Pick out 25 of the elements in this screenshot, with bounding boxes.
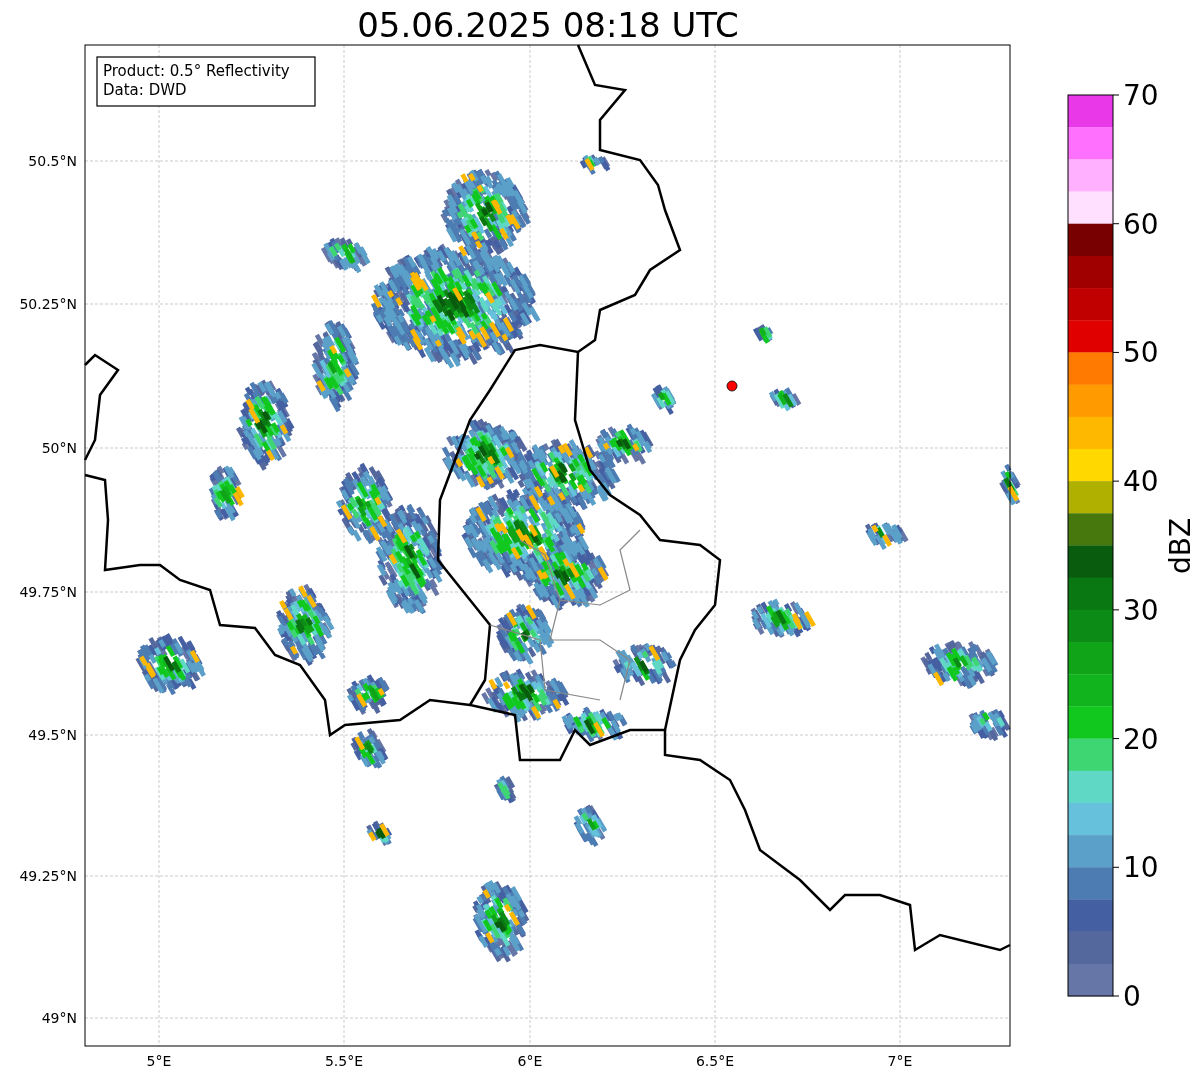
colorbar-label: dBZ [1164, 517, 1197, 575]
y-tick-label: 49.5°N [28, 727, 77, 743]
x-tick-label: 5°E [146, 1053, 172, 1069]
colorbar-tick-label: 40 [1123, 465, 1159, 499]
x-tick-label: 6°E [517, 1053, 543, 1069]
colorbar-tick-label: 10 [1123, 851, 1159, 885]
location-marker [726, 380, 738, 392]
y-tick-label: 50°N [41, 440, 77, 456]
colorbar-tick-label: 60 [1123, 207, 1159, 241]
x-tick-label: 7°E [887, 1053, 913, 1069]
chart-title: 05.06.2025 08:18 UTC [357, 5, 739, 45]
colorbar-tick-label: 0 [1123, 980, 1141, 1013]
y-tick-label: 50.25°N [19, 296, 77, 312]
legend-text: Product: 0.5° Reflectivity [103, 62, 290, 80]
y-tick-label: 49.75°N [19, 584, 77, 600]
x-tick-label: 6.5°E [695, 1053, 735, 1069]
legend-text: Data: DWD [103, 81, 187, 99]
y-tick-label: 49°N [41, 1010, 77, 1026]
colorbar-tick-label: 50 [1123, 336, 1159, 370]
x-tick-label: 5.5°E [324, 1053, 364, 1069]
y-tick-label: 50.5°N [28, 153, 77, 169]
colorbar-tick-label: 30 [1123, 593, 1159, 627]
y-tick-label: 49.25°N [19, 868, 77, 884]
colorbar-tick-label: 70 [1123, 79, 1159, 112]
colorbar-tick-label: 20 [1123, 722, 1159, 756]
